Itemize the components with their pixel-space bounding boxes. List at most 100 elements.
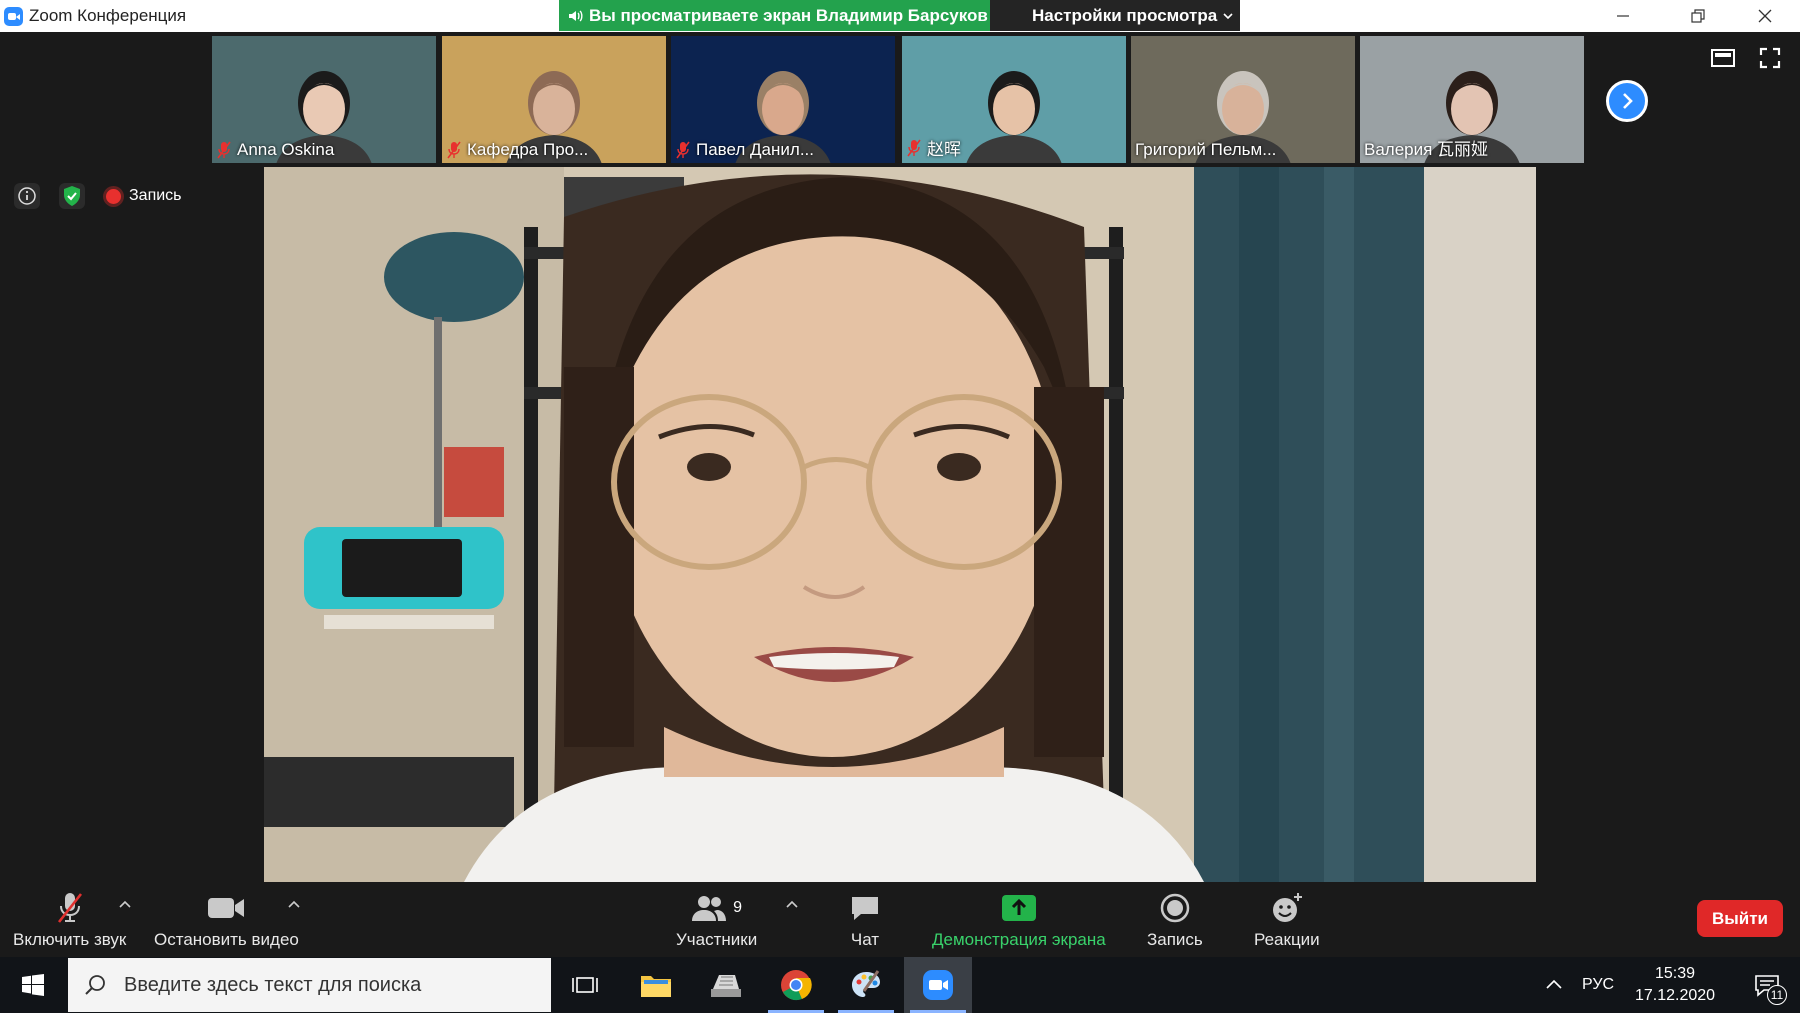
chevron-right-icon (1623, 93, 1633, 109)
info-icon (18, 187, 36, 205)
participant-tile[interactable]: Кафедра Про... (442, 36, 666, 163)
stop-video-button[interactable]: Остановить видео (154, 890, 299, 950)
recording-indicator: Запись (106, 183, 182, 209)
participant-tile[interactable]: Anna Oskina (212, 36, 436, 163)
chat-label: Чат (850, 930, 880, 949)
close-button[interactable] (1734, 0, 1796, 32)
active-speaker-video (264, 167, 1536, 882)
title-bar: Zoom Конференция Вы просматриваете экран… (0, 0, 1800, 32)
microphone-muted-icon (57, 893, 82, 923)
unmute-button[interactable]: Включить звук (13, 890, 126, 950)
participants-button[interactable]: 9 Участники (676, 890, 757, 950)
tray-overflow-button[interactable] (1545, 957, 1563, 1013)
unmute-label: Включить звук (13, 930, 127, 949)
participants-count: 9 (733, 899, 743, 916)
participant-tile[interactable]: Павел Данил... (671, 36, 895, 163)
participants-icon (692, 896, 727, 921)
share-screen-label: Демонстрация экрана (932, 930, 1106, 949)
meeting-info-button[interactable] (14, 183, 40, 209)
view-layout-button[interactable] (1709, 44, 1737, 72)
scanner-icon (711, 975, 741, 997)
zoom-app-icon (923, 970, 953, 1000)
zoom-logo-icon (4, 7, 23, 26)
windows-logo-icon (22, 974, 44, 996)
start-button[interactable] (0, 957, 66, 1013)
participant-name-tag: 赵晖 (906, 135, 961, 160)
recording-dot-icon (106, 188, 121, 204)
notification-count-badge: 11 (1767, 985, 1787, 1005)
reactions-button[interactable]: Реакции (1254, 890, 1320, 950)
paint-palette-icon (852, 970, 880, 997)
record-label: Запись (1147, 930, 1203, 949)
audio-options-chevron-up-icon[interactable] (118, 898, 132, 912)
speaker-icon (569, 9, 583, 22)
participant-name: Anna Oskina (237, 140, 335, 159)
task-view-icon (572, 977, 598, 993)
video-camera-icon (208, 898, 245, 918)
microphone-muted-icon (907, 139, 921, 156)
participant-name-tag: Григорий Пельм... (1135, 140, 1276, 160)
taskbar-zoom[interactable] (904, 957, 972, 1013)
participant-name: Григорий Пельм... (1135, 140, 1277, 159)
participant-name-tag: Anna Oskina (216, 140, 334, 160)
participant-tile[interactable]: Григорий Пельм... (1131, 36, 1355, 163)
participant-name: Кафедра Про... (467, 140, 589, 159)
recording-label: Запись (129, 187, 182, 204)
leave-meeting-button[interactable]: Выйти (1697, 900, 1783, 937)
shield-icon (64, 186, 80, 206)
reactions-label: Реакции (1254, 930, 1320, 949)
clock-time: 15:39 (1654, 965, 1696, 982)
participant-name: Валерия 瓦丽娅 (1364, 140, 1489, 159)
participant-video-thumbnail (966, 71, 1062, 163)
microphone-muted-icon (676, 141, 690, 159)
minimize-button[interactable] (1592, 0, 1654, 32)
participant-name: 赵晖 (927, 140, 961, 159)
input-language-indicator[interactable]: РУС (1582, 957, 1614, 1013)
share-screen-button[interactable]: Демонстрация экрана (932, 890, 1106, 950)
chevron-up-icon (1546, 979, 1562, 989)
taskbar-search-input[interactable]: Введите здесь текст для поиска (68, 958, 551, 1012)
close-icon (1758, 9, 1772, 23)
participant-name-tag: Валерия 瓦丽娅 (1364, 135, 1488, 160)
minimize-icon (1617, 15, 1629, 17)
taskbar-scanner-app[interactable] (692, 957, 760, 1013)
encryption-button[interactable] (59, 183, 85, 209)
layout-icon (1711, 49, 1735, 67)
folder-icon (641, 976, 671, 997)
chat-bubble-icon (852, 897, 878, 920)
participant-tile[interactable]: Валерия 瓦丽娅 (1360, 36, 1584, 163)
search-icon (85, 975, 105, 995)
microphone-muted-icon (217, 141, 231, 159)
taskbar-paint-app[interactable] (832, 957, 900, 1013)
share-screen-icon (1001, 895, 1036, 921)
screen-share-text: Вы просматриваете экран Владимир Барсуко… (589, 5, 988, 25)
chat-button[interactable]: Чат (849, 890, 881, 950)
next-page-button[interactable] (1606, 80, 1648, 122)
restore-button[interactable] (1667, 0, 1729, 32)
meeting-toolbar: Включить звук Остановить видео 9 Участни… (0, 882, 1800, 957)
system-clock[interactable]: 15:39 17.12.2020 (1620, 963, 1730, 1007)
chevron-down-icon (1223, 12, 1233, 19)
task-view-button[interactable] (551, 957, 619, 1013)
action-center-button[interactable]: 11 (1737, 957, 1797, 1013)
screen-share-banner: Вы просматриваете экран Владимир Барсуко… (559, 0, 990, 31)
search-placeholder: Введите здесь текст для поиска (124, 973, 422, 996)
participant-name-tag: Кафедра Про... (446, 140, 588, 160)
participants-options-chevron-up-icon[interactable] (785, 898, 799, 912)
speaker-video-frame (264, 167, 1536, 882)
taskbar-chrome[interactable] (762, 957, 830, 1013)
window-title: Zoom Конференция (29, 6, 187, 25)
view-settings-button[interactable]: Настройки просмотра (990, 0, 1240, 31)
fullscreen-button[interactable] (1756, 44, 1784, 72)
taskbar-file-explorer[interactable] (622, 957, 690, 1013)
participant-gallery-strip: Anna Oskina Кафедра Про... Павел Данил... 赵… (212, 36, 1588, 163)
participant-name-tag: Павел Данил... (675, 140, 814, 160)
fullscreen-icon (1759, 47, 1781, 69)
participant-name: Павел Данил... (696, 140, 814, 159)
chrome-icon (781, 970, 812, 1001)
video-options-chevron-up-icon[interactable] (287, 898, 301, 912)
participant-tile[interactable]: 赵晖 (902, 36, 1126, 163)
record-button[interactable]: Запись (1147, 890, 1203, 950)
restore-icon (1691, 9, 1705, 23)
record-icon (1160, 893, 1190, 923)
